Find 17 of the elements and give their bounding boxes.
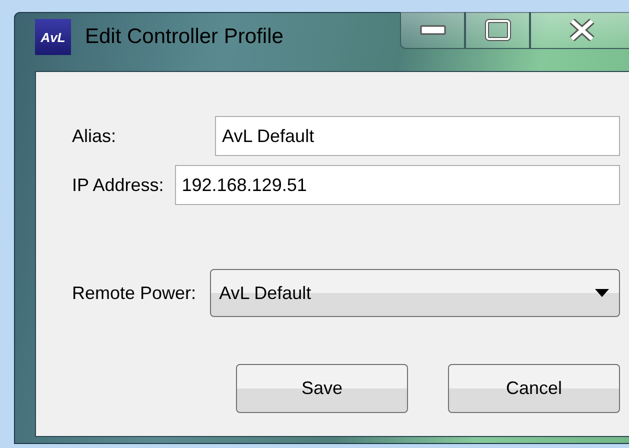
dialog-button[interactable]: Cancel <box>448 364 620 413</box>
field-label: IP Address: <box>72 174 164 196</box>
text-field[interactable]: AvL Default <box>215 116 620 156</box>
field-label: Alias: <box>72 126 116 146</box>
window-title: Edit Controller Profile <box>85 25 284 49</box>
app-icon: AvL <box>35 19 71 55</box>
field-label: Remote Power: <box>72 282 196 304</box>
maximize-icon <box>484 19 510 41</box>
close-button[interactable] <box>530 12 629 49</box>
close-icon <box>569 19 595 41</box>
dropdown[interactable]: AvL Default <box>210 269 620 317</box>
caret-icon <box>595 289 609 297</box>
text-field[interactable]: 192.168.129.51 <box>174 165 620 205</box>
minimize-button[interactable] <box>400 12 465 49</box>
maximize-button[interactable] <box>465 12 530 49</box>
dialog-button[interactable]: Save <box>236 364 408 413</box>
minimize-icon <box>420 25 446 35</box>
